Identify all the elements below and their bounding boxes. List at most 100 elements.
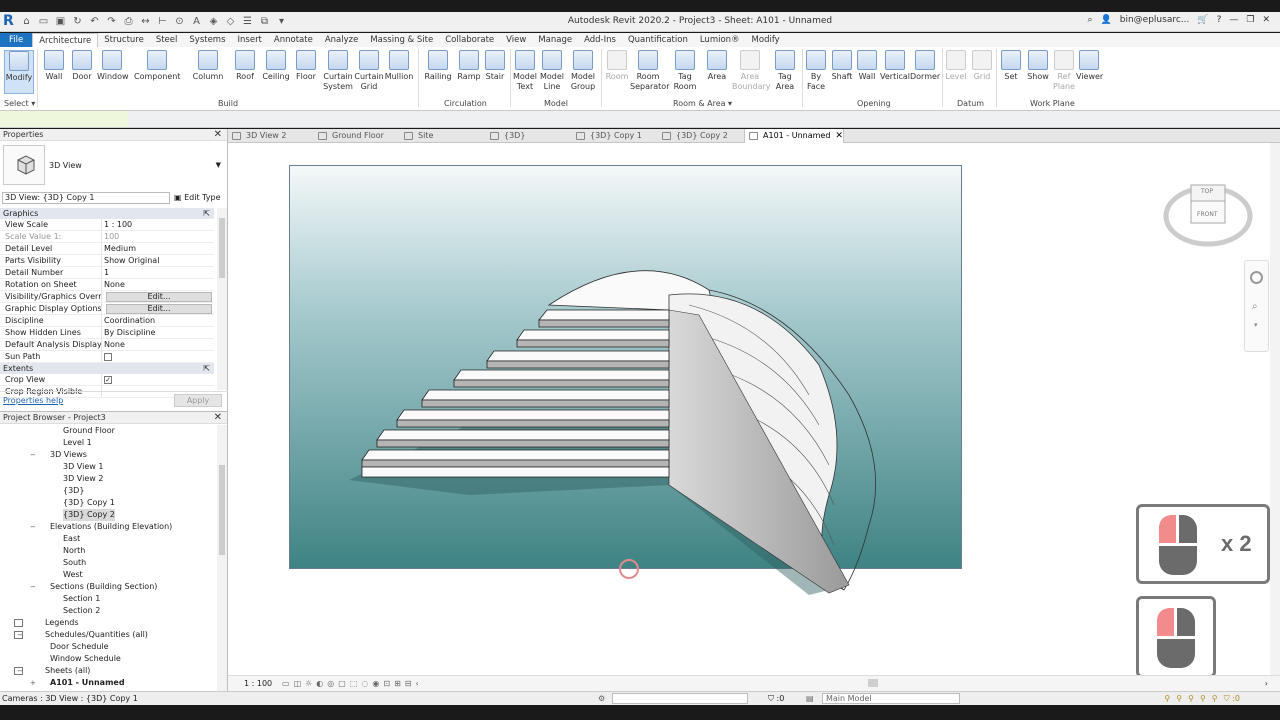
ramp-button[interactable]: Ramp [457,50,481,82]
set-button[interactable]: Set [1000,50,1022,82]
browser-item[interactable]: East [0,533,216,545]
restore-button[interactable]: ❐ [1246,15,1254,25]
tag-room-button[interactable]: Tag Room [672,50,698,92]
workset-dropdown[interactable] [612,693,748,704]
area-boundary-button[interactable]: Area Boundary [732,50,771,92]
save-icon[interactable]: ▣ [54,15,67,28]
undo-icon[interactable]: ↶ [88,15,101,28]
property-value[interactable]: Medium [102,243,214,254]
model-group-button[interactable]: Model Group [568,50,598,92]
property-row[interactable]: Discipline Coordination [0,315,214,327]
property-row[interactable]: Sun Path [0,351,214,363]
checkbox[interactable]: ✓ [104,376,112,384]
vertical-button[interactable]: Vertical [880,50,910,82]
close-button[interactable]: ✕ [1262,15,1270,25]
workset-icon[interactable]: ⚙ [598,692,605,705]
tab-annotate[interactable]: Annotate [268,33,319,47]
browser-item[interactable]: + A101 - Unnamed [0,677,216,689]
railing-button[interactable]: Railing [424,50,452,82]
roof-button[interactable]: Roof [234,50,256,82]
sync-icon[interactable]: ↻ [71,15,84,28]
tab-view[interactable]: View [500,33,532,47]
expand-toggle-icon[interactable]: − [30,581,36,593]
edit-button[interactable]: Edit... [106,304,212,314]
select-dropdown[interactable]: Select ▾ [4,99,35,108]
property-row[interactable]: Default Analysis Display S...None [0,339,214,351]
user-name[interactable]: bin@eplusarc... [1120,15,1190,25]
select-by-face-icon[interactable]: ⚲ [1200,692,1206,705]
model-text-button[interactable]: Model Text [512,50,538,92]
navigation-bar[interactable]: ⌕ ▾ [1244,260,1269,352]
properties-help-link[interactable]: Properties help [3,396,63,405]
document-tab[interactable]: Ground Floor [314,129,400,143]
tab-steel[interactable]: Steel [150,33,184,47]
steering-wheel-icon[interactable] [1250,271,1263,284]
property-row[interactable]: Show Hidden Lines By Discipline [0,327,214,339]
stair-button[interactable]: Stair [484,50,506,82]
tab-systems[interactable]: Systems [183,33,231,47]
dimension-icon[interactable]: ⊢ [156,15,169,28]
design-option-dropdown[interactable]: Main Model [822,693,960,704]
crop-view-icon[interactable]: ▢ [338,676,346,691]
opening-wall-button[interactable]: Wall [856,50,878,82]
select-underlay-icon[interactable]: ⚲ [1176,692,1182,705]
browser-item[interactable]: − Sheets (all) [0,665,216,677]
chevron-down-icon[interactable]: ▼ [216,161,221,169]
room-separator-button[interactable]: Room Separator [630,50,670,92]
property-value[interactable]: 1 : 100 [102,219,214,230]
browser-item[interactable]: Legends [0,617,216,629]
mullion-button[interactable]: Mullion [384,50,414,82]
modify-button[interactable]: Modify [4,50,34,94]
tab-add-ins[interactable]: Add-Ins [578,33,622,47]
horizontal-scroll-thumb[interactable] [868,679,878,687]
tab-modify[interactable]: Modify [746,33,786,47]
component-button[interactable]: Component [134,50,180,82]
property-row[interactable]: View Scale 1 : 100 [0,219,214,231]
browser-item[interactable]: Section 2 [0,605,216,617]
property-row[interactable]: Rotation on Sheet None [0,279,214,291]
by-face-button[interactable]: By Face [804,50,828,92]
viewcube[interactable]: TOP FRONT [1160,180,1255,260]
lock-view-icon[interactable]: ⊡ [383,676,390,691]
property-row[interactable]: Graphic Display Options Edit... [0,303,214,315]
browser-item[interactable]: Door Schedule [0,641,216,653]
close-icon[interactable]: ✕ [214,412,222,424]
viewcube-top-label[interactable]: TOP [1201,188,1213,195]
curtain-grid-button[interactable]: Curtain Grid [354,50,384,92]
redo-icon[interactable]: ↷ [105,15,118,28]
curtain-system-button[interactable]: Curtain System [322,50,354,92]
tab-manage[interactable]: Manage [532,33,578,47]
expand-toggle-icon[interactable]: − [30,449,36,461]
property-group-graphics[interactable]: Graphics ⇱ [0,208,214,219]
checkbox[interactable] [104,353,112,361]
scroll-right-icon[interactable]: › [1265,676,1268,691]
tab-insert[interactable]: Insert [232,33,268,47]
browser-item[interactable]: {3D} Copy 1 [0,497,216,509]
property-value[interactable]: None [102,279,214,290]
tag-icon[interactable]: ⊙ [173,15,186,28]
property-value[interactable]: 1 [102,267,214,278]
property-row[interactable]: Detail Level Medium [0,243,214,255]
property-row[interactable]: Visibility/Graphics Overri... Edit... [0,291,214,303]
cart-icon[interactable]: 🛒 [1197,15,1208,25]
scroll-left-icon[interactable]: ‹ [415,676,418,691]
tag-area-button[interactable]: Tag Area [772,50,798,92]
tab-collaborate[interactable]: Collaborate [439,33,500,47]
room-button[interactable]: Room [604,50,630,82]
property-value[interactable]: Coordination [102,315,214,326]
sun-path-icon[interactable]: ☼ [305,676,312,691]
properties-scrollbar[interactable] [217,208,227,390]
document-tab[interactable]: Site [400,129,486,143]
render-icon[interactable]: ◎ [327,676,334,691]
browser-item[interactable]: {3D} [0,485,216,497]
zoom-dropdown-icon[interactable]: ▾ [1254,321,1258,329]
tab-architecture[interactable]: Architecture [32,33,99,47]
switch-windows-icon[interactable]: ⧉ [258,15,271,28]
expand-toggle-icon[interactable]: − [30,521,36,533]
expand-toggle-icon[interactable]: + [30,677,36,689]
browser-item[interactable]: − Elevations (Building Elevation) [0,521,216,533]
reveal-hidden-icon[interactable]: ◉ [372,676,379,691]
panel-room-area-label[interactable]: Room & Area ▾ [673,99,732,108]
property-row[interactable]: Scale Value 1: 100 [0,231,214,243]
tab-structure[interactable]: Structure [98,33,150,47]
